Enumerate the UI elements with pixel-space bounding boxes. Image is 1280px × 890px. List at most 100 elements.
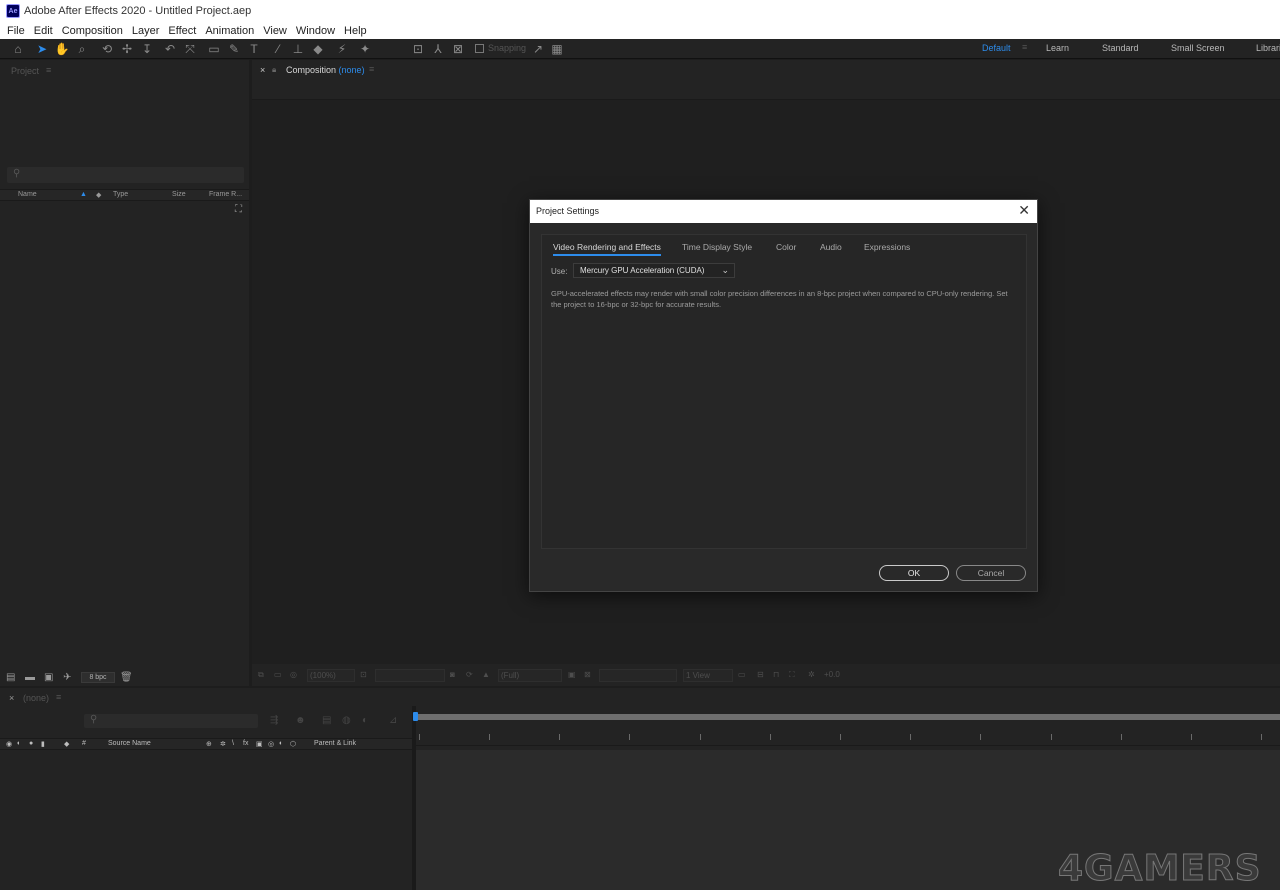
tab-time-display-style[interactable]: Time Display Style: [682, 242, 752, 252]
collapse-switch-icon[interactable]: ✲: [220, 740, 226, 748]
pan-behind-tool-icon[interactable]: ⤧: [182, 41, 198, 57]
puppet-tool-icon[interactable]: ✦: [357, 41, 373, 57]
mask-visibility-icon[interactable]: ◎: [290, 670, 297, 679]
close-icon[interactable]: ×: [9, 693, 14, 703]
rotation-tool-icon[interactable]: ↶: [162, 41, 178, 57]
tab-audio[interactable]: Audio: [820, 242, 842, 252]
motion-blur-icon[interactable]: ◍: [342, 715, 351, 726]
selection-tool-icon[interactable]: ➤: [34, 41, 50, 57]
timeline-tab[interactable]: (none): [23, 693, 49, 703]
menu-edit[interactable]: Edit: [34, 25, 53, 37]
clone-stamp-tool-icon[interactable]: ⊥: [290, 41, 306, 57]
bit-depth-button[interactable]: 8 bpc: [81, 672, 115, 683]
workspace-default[interactable]: Default: [982, 43, 1011, 53]
orbit-camera-tool-icon[interactable]: ⟲: [99, 41, 115, 57]
column-name[interactable]: Name: [18, 191, 37, 198]
cancel-button[interactable]: Cancel: [956, 565, 1026, 581]
video-visibility-icon[interactable]: ◉: [6, 740, 12, 748]
project-tab[interactable]: Project: [11, 66, 39, 76]
show-snapshot-icon[interactable]: ⟳: [466, 670, 473, 679]
graph-editor-icon[interactable]: ◐: [362, 715, 368, 726]
sort-ascending-icon[interactable]: ▲: [80, 191, 87, 198]
menu-animation[interactable]: Animation: [205, 25, 254, 37]
hand-tool-icon[interactable]: ✋: [54, 41, 70, 57]
work-area-start-handle[interactable]: [413, 712, 418, 721]
new-folder-icon[interactable]: ▬: [25, 672, 35, 683]
time-ruler[interactable]: [416, 724, 1280, 746]
home-icon[interactable]: ⌂: [10, 41, 26, 57]
frame-icon[interactable]: ⊡: [360, 670, 367, 679]
column-size[interactable]: Size: [172, 191, 186, 198]
dialog-title-bar[interactable]: Project Settings ✕: [530, 200, 1037, 223]
label-tag-icon[interactable]: ◆: [96, 191, 101, 199]
snap-edges-icon[interactable]: ↗: [530, 41, 546, 57]
interpret-footage-icon[interactable]: ▤: [6, 672, 15, 683]
camera-view-select[interactable]: [599, 669, 677, 682]
snapping-checkbox[interactable]: [475, 44, 484, 53]
menu-layer[interactable]: Layer: [132, 25, 160, 37]
label-tag-icon[interactable]: ◆: [64, 740, 69, 748]
close-icon[interactable]: ✕: [1018, 203, 1030, 217]
solo-icon[interactable]: ●: [29, 740, 33, 747]
timeline-layer-list[interactable]: [0, 750, 412, 890]
exposure-reset-icon[interactable]: ✲: [808, 670, 815, 679]
zoom-tool-icon[interactable]: ⌕: [74, 41, 90, 57]
audio-icon[interactable]: ◖: [16, 740, 20, 747]
workspace-menu-icon[interactable]: ≡: [1022, 42, 1027, 52]
monitor-icon[interactable]: ▭: [274, 670, 282, 679]
timeline-panel-menu-icon[interactable]: ≡: [56, 692, 61, 702]
brush-tool-icon[interactable]: ⁄: [270, 41, 286, 57]
always-preview-icon[interactable]: ⧉: [258, 670, 264, 680]
world-axis-icon[interactable]: ⅄: [430, 41, 446, 57]
new-composition-icon[interactable]: ▣: [44, 672, 53, 683]
flowchart-icon[interactable]: ⛶: [789, 670, 795, 680]
column-type[interactable]: Type: [113, 191, 128, 198]
column-number[interactable]: #: [82, 740, 86, 747]
type-tool-icon[interactable]: T: [246, 41, 262, 57]
pan-camera-tool-icon[interactable]: ✢: [119, 41, 135, 57]
color-channel-icon[interactable]: ▲: [482, 670, 490, 679]
workspace-libraries[interactable]: Librari: [1256, 43, 1280, 53]
workspace-standard[interactable]: Standard: [1102, 43, 1139, 53]
adjustment-switch-icon[interactable]: ◐: [279, 740, 283, 747]
rectangle-tool-icon[interactable]: ▭: [206, 41, 222, 57]
exposure-value[interactable]: +0.0: [824, 670, 840, 679]
frame-blending-icon[interactable]: ▤: [322, 715, 331, 726]
view-axis-icon[interactable]: ⊠: [450, 41, 466, 57]
work-area-bar[interactable]: [416, 714, 1280, 720]
timeline-search-input[interactable]: ⚲: [84, 714, 258, 728]
share-icon[interactable]: ⊓: [773, 670, 779, 679]
renderer-select[interactable]: Mercury GPU Acceleration (CUDA) ⌄: [573, 263, 735, 278]
region-of-interest-icon[interactable]: ▣: [568, 670, 576, 679]
shy-layers-icon[interactable]: ☻: [295, 715, 306, 726]
menu-effect[interactable]: Effect: [168, 25, 196, 37]
ok-button[interactable]: OK: [879, 565, 949, 581]
pixel-aspect-icon[interactable]: ▭: [738, 670, 746, 679]
composition-tab[interactable]: Composition (none): [286, 65, 365, 75]
pen-tool-icon[interactable]: ✎: [226, 41, 242, 57]
quality-switch-icon[interactable]: \: [232, 740, 234, 747]
graph-view-icon[interactable]: ⊿: [389, 715, 397, 726]
motion-blur-switch-icon[interactable]: ◎: [268, 740, 274, 748]
lock-icon[interactable]: ▮: [41, 740, 45, 748]
flowchart-icon[interactable]: ⛶: [235, 204, 242, 215]
menu-view[interactable]: View: [263, 25, 287, 37]
shy-switch-icon[interactable]: ⊕: [206, 740, 212, 748]
trash-icon[interactable]: 🗑: [120, 672, 133, 683]
transparency-grid-icon[interactable]: ⊠: [584, 670, 591, 679]
menu-help[interactable]: Help: [344, 25, 367, 37]
workspace-small-screen[interactable]: Small Screen: [1171, 43, 1225, 53]
menu-composition[interactable]: Composition: [62, 25, 123, 37]
eraser-tool-icon[interactable]: ◆: [310, 41, 326, 57]
tab-expressions[interactable]: Expressions: [864, 242, 910, 252]
snap-features-icon[interactable]: ▦: [549, 41, 565, 57]
fast-preview-icon[interactable]: ⊟: [757, 670, 764, 679]
local-axis-icon[interactable]: ⊡: [410, 41, 426, 57]
render-queue-icon[interactable]: ✈: [63, 672, 71, 683]
composition-panel-menu-icon[interactable]: ≡: [369, 64, 374, 74]
comp-mini-flowchart-icon[interactable]: ⇶: [270, 715, 278, 726]
menu-file[interactable]: File: [7, 25, 25, 37]
menu-window[interactable]: Window: [296, 25, 335, 37]
close-icon[interactable]: ×: [260, 65, 265, 75]
snapshot-icon[interactable]: ◙: [450, 670, 455, 679]
